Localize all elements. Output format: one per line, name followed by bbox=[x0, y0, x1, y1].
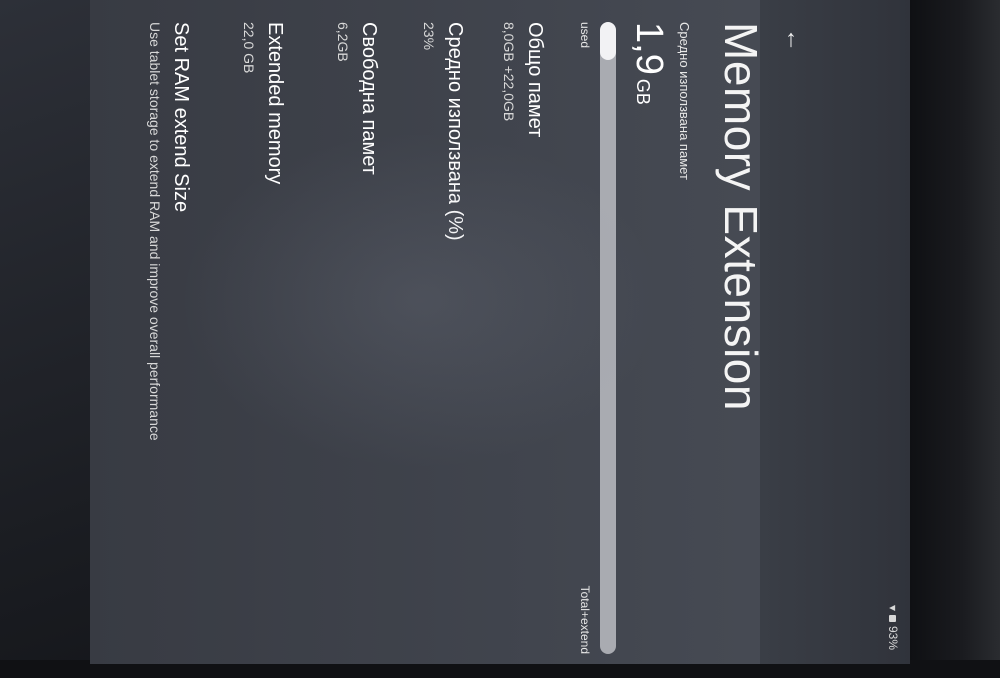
free-memory-row: Свободна памет 6,2GB bbox=[335, 22, 380, 175]
used-memory-number: 1,9 bbox=[628, 22, 670, 75]
set-ram-extend-size-description: Use tablet storage to extend RAM and imp… bbox=[147, 22, 163, 441]
page-title: Memory Extension bbox=[715, 22, 767, 411]
avg-used-label: Средно използвана памет bbox=[677, 22, 692, 180]
used-memory-unit: GB bbox=[633, 78, 653, 105]
total-memory-title: Общо памет bbox=[524, 22, 546, 138]
total-memory-value: 8,0GB +22,0GB bbox=[501, 22, 517, 122]
memory-usage-fill bbox=[600, 22, 616, 60]
battery-icon bbox=[889, 614, 897, 622]
back-arrow-icon[interactable]: ← bbox=[780, 28, 808, 52]
used-memory-value: 1,9 GB bbox=[627, 22, 670, 105]
battery-percent: 93% bbox=[886, 625, 900, 650]
avg-used-percent-title: Средно използвана (%) bbox=[444, 22, 466, 241]
status-bar: ▾ 93% bbox=[886, 605, 900, 650]
device-bezel bbox=[905, 0, 1000, 678]
set-ram-extend-size-title: Set RAM extend Size bbox=[170, 22, 192, 213]
tablet-screen: ▾ 93% ← Memory Extension Средно използва… bbox=[90, 0, 910, 664]
free-memory-title: Свободна памет bbox=[358, 22, 380, 175]
total-extend-label: Total+extend bbox=[578, 585, 592, 654]
extended-memory-title: Extended memory bbox=[264, 22, 286, 185]
avg-used-percent-value: 23% bbox=[421, 22, 437, 51]
app-bar bbox=[760, 0, 910, 664]
avg-used-percent-row: Средно използвана (%) 23% bbox=[421, 22, 466, 241]
bar-labels: used Total+extend bbox=[578, 22, 592, 654]
free-memory-value: 6,2GB bbox=[335, 22, 351, 62]
extended-memory-value: 22,0 GB bbox=[241, 22, 257, 74]
set-ram-extend-size-row[interactable]: Set RAM extend Size Use tablet storage t… bbox=[147, 22, 192, 441]
used-label: used bbox=[578, 22, 592, 49]
total-memory-row: Общо памет 8,0GB +22,0GB bbox=[501, 22, 546, 137]
signal-icon: ▾ bbox=[886, 604, 900, 611]
extended-memory-row[interactable]: Extended memory 22,0 GB bbox=[241, 22, 286, 184]
memory-usage-bar bbox=[600, 22, 616, 654]
